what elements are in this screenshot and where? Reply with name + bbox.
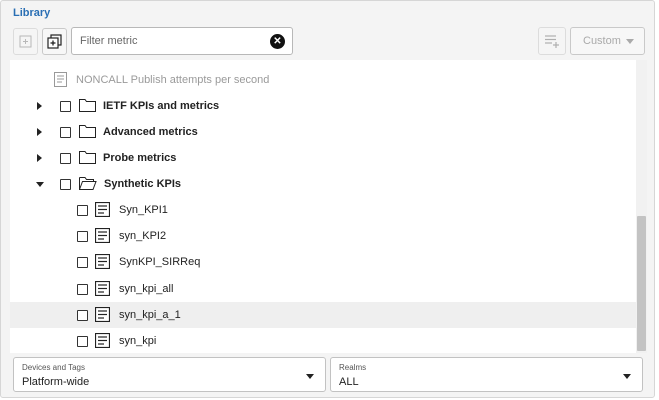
panel-title: Library (13, 7, 51, 19)
metric-document-icon (95, 202, 110, 217)
metric-document-icon (95, 228, 110, 243)
metric-label: Syn_KPI1 (119, 204, 168, 216)
caret-down-icon[interactable] (36, 182, 44, 187)
square-plus-icon (19, 35, 32, 48)
folder-icon (79, 99, 96, 112)
caret-right-icon[interactable] (37, 102, 42, 110)
devices-tags-value: Platform-wide (22, 376, 90, 388)
chevron-down-icon (623, 374, 631, 379)
checkbox[interactable] (77, 310, 88, 321)
document-icon (54, 72, 67, 87)
checkbox[interactable] (77, 284, 88, 295)
checkbox[interactable] (77, 205, 88, 216)
custom-dropdown-button[interactable]: Custom (570, 27, 645, 55)
folder-label: Advanced metrics (103, 126, 198, 138)
tree-item-metric[interactable]: syn_kpi_all (10, 276, 636, 302)
metric-document-icon (95, 281, 110, 296)
caret-right-icon[interactable] (37, 128, 42, 136)
add-folder-button[interactable] (42, 28, 67, 55)
library-panel: Library ✕ Custom (0, 0, 655, 398)
caret-right-icon[interactable] (37, 154, 42, 162)
copy-plus-icon (47, 34, 62, 49)
checkbox[interactable] (60, 127, 71, 138)
tree-item-metric[interactable]: SynKPI_SIRReq (10, 249, 636, 275)
realms-select[interactable]: Realms ALL (330, 357, 643, 392)
folder-label: Synthetic KPIs (104, 178, 182, 190)
clear-filter-icon[interactable]: ✕ (270, 34, 285, 49)
metric-label: syn_kpi (119, 335, 157, 347)
folder-icon (79, 125, 96, 138)
scrollbar-thumb[interactable] (637, 216, 646, 351)
folder-icon (79, 151, 96, 164)
collapse-button[interactable] (13, 28, 38, 55)
list-add-icon (545, 35, 559, 48)
tree-item-metric[interactable]: Syn_KPI1 (10, 197, 636, 223)
chevron-down-icon (626, 39, 634, 44)
checkbox[interactable] (60, 101, 71, 112)
tree-folder-ietf[interactable]: IETF KPIs and metrics (10, 93, 636, 119)
metric-label: syn_KPI2 (119, 230, 167, 242)
metric-document-icon (95, 254, 110, 269)
tree-item-metric[interactable]: syn_kpi (10, 328, 636, 353)
tree-folder-probe[interactable]: Probe metrics (10, 145, 636, 171)
realms-value: ALL (339, 376, 359, 388)
checkbox[interactable] (77, 336, 88, 347)
custom-label: Custom (583, 35, 621, 47)
metric-label: syn_kpi_all (119, 283, 174, 295)
devices-tags-label: Devices and Tags (22, 363, 85, 372)
tree-item-label: NONCALL Publish attempts per second (76, 74, 270, 86)
checkbox[interactable] (77, 257, 88, 268)
tree-item-partial-top[interactable] (10, 60, 636, 64)
tree-item-metric[interactable]: syn_KPI2 (10, 223, 636, 249)
folder-label: IETF KPIs and metrics (103, 100, 220, 112)
checkbox[interactable] (60, 179, 71, 190)
scrollbar[interactable] (636, 60, 647, 353)
folder-label: Probe metrics (103, 152, 177, 164)
filter-metric-input[interactable] (72, 28, 262, 54)
folder-open-icon (79, 177, 97, 190)
checkbox[interactable] (77, 231, 88, 242)
metric-document-icon (95, 307, 110, 322)
metric-label: syn_kpi_a_1 (119, 309, 181, 321)
metric-label: SynKPI_SIRReq (119, 256, 201, 268)
metric-document-icon (95, 333, 110, 348)
checkbox[interactable] (60, 153, 71, 164)
filter-metric-field[interactable]: ✕ (71, 27, 293, 55)
tree-item-noncall[interactable]: NONCALL Publish attempts per second (10, 67, 636, 93)
add-list-button[interactable] (538, 27, 566, 55)
tree-folder-synthetic[interactable]: Synthetic KPIs (10, 171, 636, 197)
tree-item-metric[interactable]: syn_kpi_a_1 (10, 302, 636, 328)
metric-tree[interactable]: NONCALL Publish attempts per second IETF… (10, 60, 647, 353)
realms-label: Realms (339, 363, 367, 372)
chevron-down-icon (306, 374, 314, 379)
devices-tags-select[interactable]: Devices and Tags Platform-wide (13, 357, 326, 392)
tree-folder-advanced[interactable]: Advanced metrics (10, 119, 636, 145)
